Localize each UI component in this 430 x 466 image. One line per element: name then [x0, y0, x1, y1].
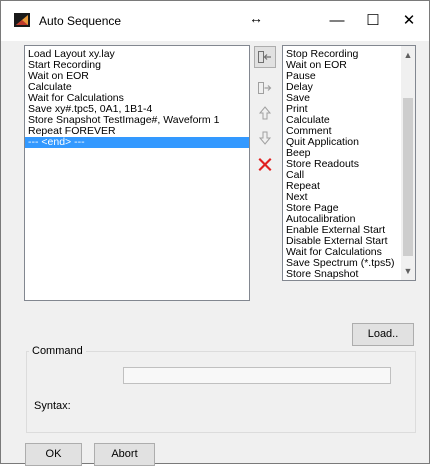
- maximize-button[interactable]: ☐: [360, 11, 386, 31]
- list-item-selected[interactable]: --- <end> ---: [25, 137, 249, 148]
- sequence-list[interactable]: Load Layout xy.lay Start Recording Wait …: [24, 45, 250, 301]
- commands-scrollbar[interactable]: ▲ ▼: [401, 46, 415, 280]
- scroll-down-icon[interactable]: ▼: [401, 264, 415, 278]
- resize-icon: ↔: [249, 10, 263, 26]
- syntax-label: Syntax:: [34, 400, 71, 412]
- scroll-thumb[interactable]: [403, 98, 413, 256]
- command-group: [26, 351, 416, 433]
- command-input[interactable]: [123, 367, 391, 384]
- insert-left-button[interactable]: [254, 46, 276, 68]
- window-title: Auto Sequence: [39, 14, 122, 28]
- command-group-label: Command: [29, 345, 86, 357]
- ok-button[interactable]: OK: [25, 443, 82, 466]
- move-down-button[interactable]: [254, 127, 276, 149]
- down-arrow-icon: [258, 131, 272, 145]
- move-up-button[interactable]: [254, 102, 276, 124]
- scroll-up-icon[interactable]: ▲: [401, 48, 415, 62]
- up-arrow-icon: [258, 106, 272, 120]
- insert-right-button[interactable]: [254, 77, 276, 99]
- title-bar[interactable]: Auto Sequence ↔ — ☐ ✕: [1, 1, 429, 41]
- load-button[interactable]: Load..: [352, 323, 414, 346]
- red-x-icon: [258, 158, 272, 171]
- arrow-into-right-icon: [258, 82, 272, 94]
- commands-list[interactable]: Stop Recording Wait on EOR Pause Delay S…: [282, 45, 416, 281]
- auto-sequence-window: Auto Sequence ↔ — ☐ ✕ Load Layout xy.lay…: [0, 0, 430, 466]
- app-icon: [14, 13, 30, 27]
- abort-button[interactable]: Abort: [94, 443, 155, 466]
- delete-button[interactable]: [254, 153, 276, 175]
- arrow-into-left-icon: [258, 51, 271, 63]
- close-button[interactable]: ✕: [396, 11, 422, 31]
- minimize-button[interactable]: —: [324, 11, 350, 31]
- list-item[interactable]: Store Snapshot: [283, 269, 401, 280]
